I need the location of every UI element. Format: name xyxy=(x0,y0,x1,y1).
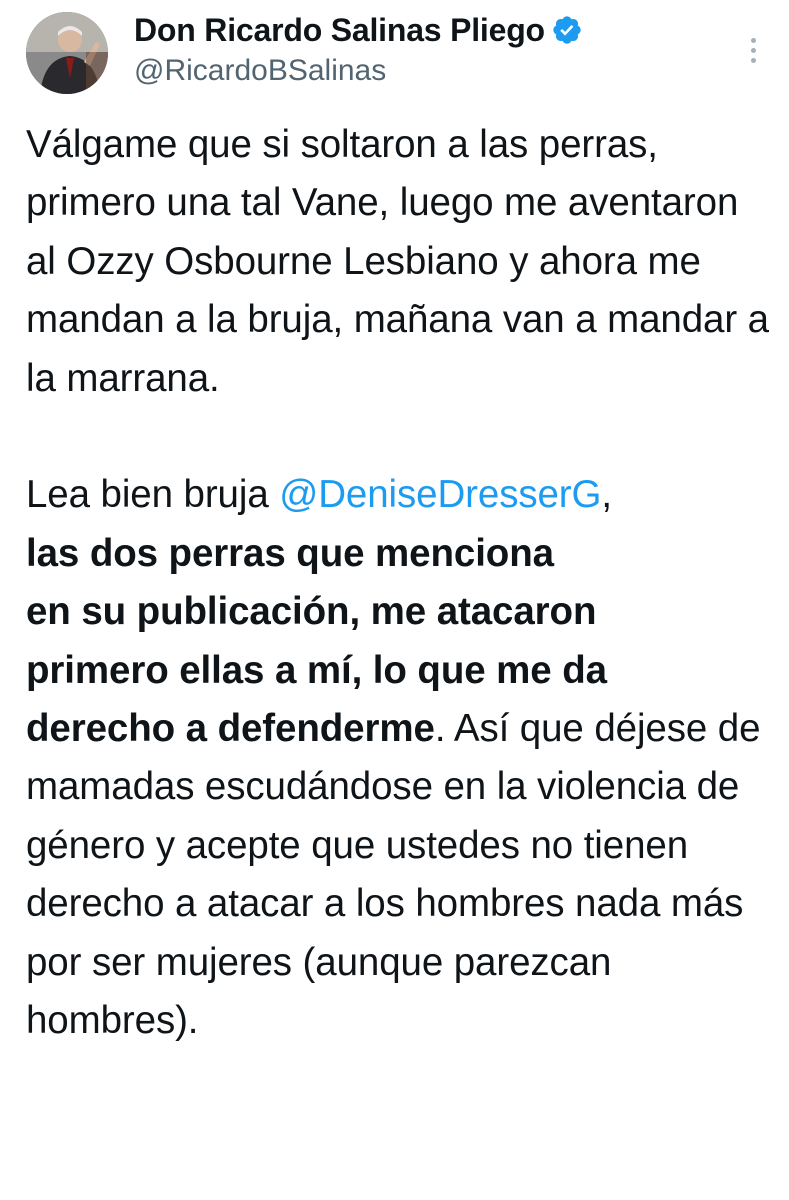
bold-line-1: las dos perras que menciona xyxy=(26,531,554,575)
author-display-name[interactable]: Don Ricardo Salinas Pliego xyxy=(134,12,545,49)
bold-line-2: en su publicación, me atacaron xyxy=(26,590,597,634)
tweet-text: Válgame que si soltaron a las perras, pr… xyxy=(26,116,771,1050)
mention-link[interactable]: @DeniseDresserG xyxy=(279,473,601,516)
author-name-row: Don Ricardo Salinas Pliego xyxy=(134,10,583,50)
mention-comma: , xyxy=(601,473,612,517)
tweet: Don Ricardo Salinas Pliego @RicardoBSali… xyxy=(0,0,789,1200)
more-vertical-icon-dot xyxy=(750,57,756,63)
paragraph-2-rest: . Así que déjese de mamadas escudándose … xyxy=(26,707,761,1043)
author-block: Don Ricardo Salinas Pliego @RicardoBSali… xyxy=(134,10,583,88)
author-handle[interactable]: @RicardoBSalinas xyxy=(134,54,583,88)
more-options-button[interactable] xyxy=(740,30,766,70)
verified-badge-icon xyxy=(551,14,583,46)
more-vertical-icon-dot xyxy=(750,47,756,53)
avatar[interactable] xyxy=(26,12,108,94)
paragraph-2-intro: Lea bien bruja xyxy=(26,473,280,517)
more-vertical-icon xyxy=(750,37,756,43)
tweet-paragraph-2: Lea bien bruja @DeniseDresserG, las dos p… xyxy=(26,466,771,1050)
tweet-paragraph-1: Válgame que si soltaron a las perras, pr… xyxy=(26,123,769,400)
bold-line-4: derecho a defenderme xyxy=(26,707,435,751)
bold-line-3: primero ellas a mí, lo que me da xyxy=(26,648,607,692)
tweet-header: Don Ricardo Salinas Pliego @RicardoBSali… xyxy=(26,10,766,100)
